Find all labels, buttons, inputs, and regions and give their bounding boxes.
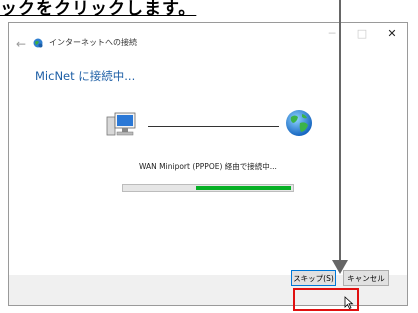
computer-icon [106, 112, 136, 136]
progress-fill [196, 186, 292, 190]
skip-button[interactable]: スキップ(S) [291, 270, 336, 286]
window-controls: ─ □ ✕ [317, 23, 407, 43]
connect-dialog: ─ □ ✕ ← インターネットへの接続 MicNet に接続中... WAN M… [8, 22, 408, 306]
breadcrumb: インターネットへの接続 [49, 38, 137, 47]
network-globe-icon [33, 38, 43, 48]
connection-line [148, 126, 279, 127]
pointer-arrow-head [332, 260, 348, 274]
mouse-pointer-icon [344, 296, 354, 309]
page-title: MicNet に接続中... [35, 69, 136, 83]
minimize-button[interactable]: ─ [317, 23, 347, 43]
close-button[interactable]: ✕ [377, 23, 407, 43]
back-arrow-icon[interactable]: ← [16, 37, 26, 51]
connection-progress-bar [122, 184, 294, 192]
cancel-button[interactable]: キャンセル [343, 270, 389, 286]
pointer-arrow-line [339, 0, 341, 262]
maximize-button[interactable]: □ [347, 23, 377, 43]
internet-globe-icon [286, 110, 312, 136]
status-text: WAN Miniport (PPPOE) 経由で接続中... [139, 162, 277, 171]
instruction-caption: ックをクリックします。 [0, 0, 197, 19]
